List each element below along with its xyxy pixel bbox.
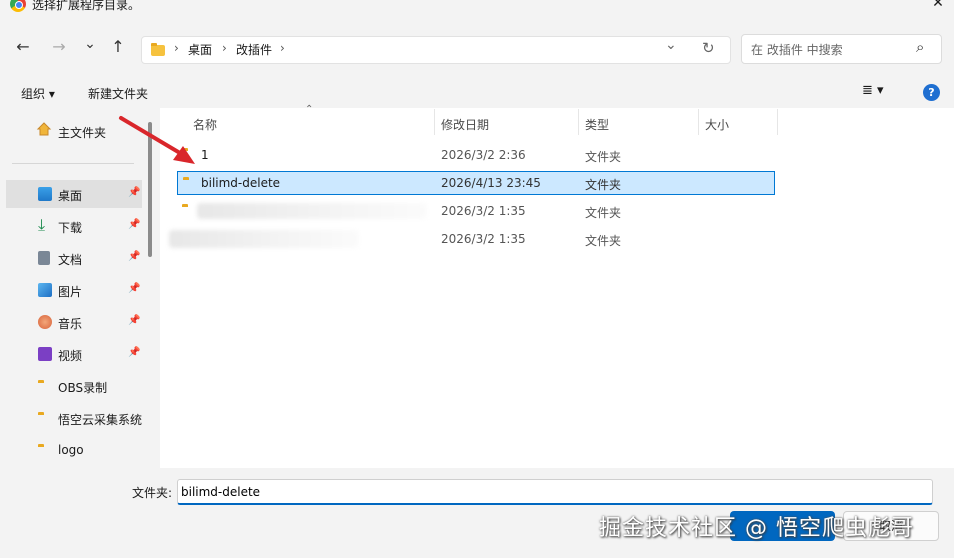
file-name: bilimd-delete <box>201 176 281 190</box>
sidebar-item-label: 主文件夹 <box>58 126 107 140</box>
download-icon: ⤓ <box>38 215 46 234</box>
music-icon <box>38 315 52 329</box>
sidebar-item-label: 悟空云采集系统 <box>58 413 143 427</box>
file-row-selected[interactable]: bilimd-delete 2026/4/13 23:45 文件夹 <box>177 171 775 195</box>
folder-field-label: 文件夹: <box>132 486 173 500</box>
file-modified: 2026/3/2 2:36 <box>441 148 526 162</box>
file-type: 文件夹 <box>585 150 622 164</box>
new-folder-button[interactable]: 新建文件夹 <box>88 85 148 102</box>
sidebar-item-wukong[interactable]: 悟空云采集系统 <box>6 404 142 432</box>
help-icon[interactable]: ? <box>923 84 940 101</box>
column-header-type[interactable]: 类型 <box>585 116 609 133</box>
watermark-text: 掘金技术社区 @ 悟空爬虫彪哥 <box>599 516 914 541</box>
file-row[interactable]: 2026/3/2 1:35 文件夹 <box>169 227 775 251</box>
redacted-file-name <box>197 203 427 219</box>
sidebar-item-label: 桌面 <box>58 189 83 203</box>
address-bar[interactable]: › 桌面 › 改插件 › ⌄ ↻ <box>141 36 731 64</box>
close-button[interactable]: ✕ <box>928 0 948 13</box>
breadcrumb-separator: › <box>280 41 285 55</box>
sort-ascending-icon: ⌃ <box>305 104 314 115</box>
sidebar-item-label: 音乐 <box>58 317 83 331</box>
file-type: 文件夹 <box>585 234 622 248</box>
view-options-icon[interactable]: ≣ ▾ <box>862 83 884 98</box>
sidebar-item-pictures[interactable]: 图片 📌 <box>6 276 142 304</box>
sidebar-item-logo[interactable]: logo <box>6 436 142 464</box>
file-modified: 2026/3/2 1:35 <box>441 204 526 218</box>
document-icon <box>38 251 50 265</box>
pin-icon: 📌 <box>128 347 141 358</box>
red-arrow-annotation <box>119 116 195 164</box>
column-header-size[interactable]: 大小 <box>705 116 729 133</box>
sidebar-item-obs[interactable]: OBS录制 <box>6 372 142 400</box>
pin-icon: 📌 <box>128 219 141 230</box>
search-placeholder: 在 改插件 中搜索 <box>751 43 843 57</box>
sidebar-item-videos[interactable]: 视频 📌 <box>6 340 142 368</box>
search-icon[interactable]: ⌕ <box>916 38 924 56</box>
sidebar-item-downloads[interactable]: ⤓ 下载 📌 <box>6 212 142 240</box>
pin-icon: 📌 <box>128 283 141 294</box>
column-divider[interactable] <box>777 109 778 135</box>
column-divider[interactable] <box>434 109 435 135</box>
back-arrow-icon[interactable]: ← <box>12 36 34 58</box>
pin-icon: 📌 <box>128 187 141 198</box>
sidebar-item-desktop[interactable]: 桌面 📌 <box>6 180 142 208</box>
file-modified: 2026/3/2 1:35 <box>441 232 526 246</box>
folder-icon <box>151 43 165 56</box>
redacted-file-name <box>169 230 359 248</box>
breadcrumb-separator: › <box>174 41 179 55</box>
breadcrumb-separator: › <box>222 41 227 55</box>
file-type: 文件夹 <box>585 206 622 220</box>
organize-menu-button[interactable]: 组织 ▾ <box>21 85 55 102</box>
sidebar-item-label: OBS录制 <box>58 381 108 395</box>
pin-icon: 📌 <box>128 251 141 262</box>
sidebar-item-label: 视频 <box>58 349 83 363</box>
column-header-modified[interactable]: 修改日期 <box>441 116 489 133</box>
column-divider[interactable] <box>578 109 579 135</box>
picture-icon <box>38 283 52 297</box>
file-row[interactable]: 2026/3/2 1:35 文件夹 <box>177 199 775 223</box>
sidebar-item-label: 文档 <box>58 253 83 267</box>
home-icon <box>36 121 52 137</box>
sidebar-item-label: 图片 <box>58 285 83 299</box>
sidebar-item-label: logo <box>58 443 84 457</box>
column-divider[interactable] <box>698 109 699 135</box>
address-dropdown-chevron-icon[interactable]: ⌄ <box>665 37 677 53</box>
sidebar-item-documents[interactable]: 文档 📌 <box>6 244 142 272</box>
folder-name-input[interactable] <box>177 479 933 505</box>
sidebar-item-music[interactable]: 音乐 📌 <box>6 308 142 336</box>
sidebar-item-label: 下载 <box>58 221 83 235</box>
file-row[interactable]: 1 2026/3/2 2:36 文件夹 <box>177 143 775 167</box>
pin-icon: 📌 <box>128 315 141 326</box>
recent-locations-chevron-icon[interactable]: ⌄ <box>79 33 101 55</box>
up-arrow-icon[interactable]: ↑ <box>107 36 129 58</box>
window-title: 选择扩展程序目录。 <box>32 0 141 12</box>
breadcrumb-current-folder[interactable]: 改插件 <box>236 41 272 58</box>
breadcrumb-desktop[interactable]: 桌面 <box>188 41 212 58</box>
refresh-icon[interactable]: ↻ <box>702 39 715 57</box>
file-type: 文件夹 <box>585 178 622 192</box>
desktop-icon <box>38 187 52 201</box>
video-icon <box>38 347 52 361</box>
title-bar <box>0 0 954 20</box>
search-input[interactable]: 在 改插件 中搜索 ⌕ <box>741 34 942 64</box>
forward-arrow-icon[interactable]: → <box>48 36 70 58</box>
file-modified: 2026/4/13 23:45 <box>441 176 541 190</box>
